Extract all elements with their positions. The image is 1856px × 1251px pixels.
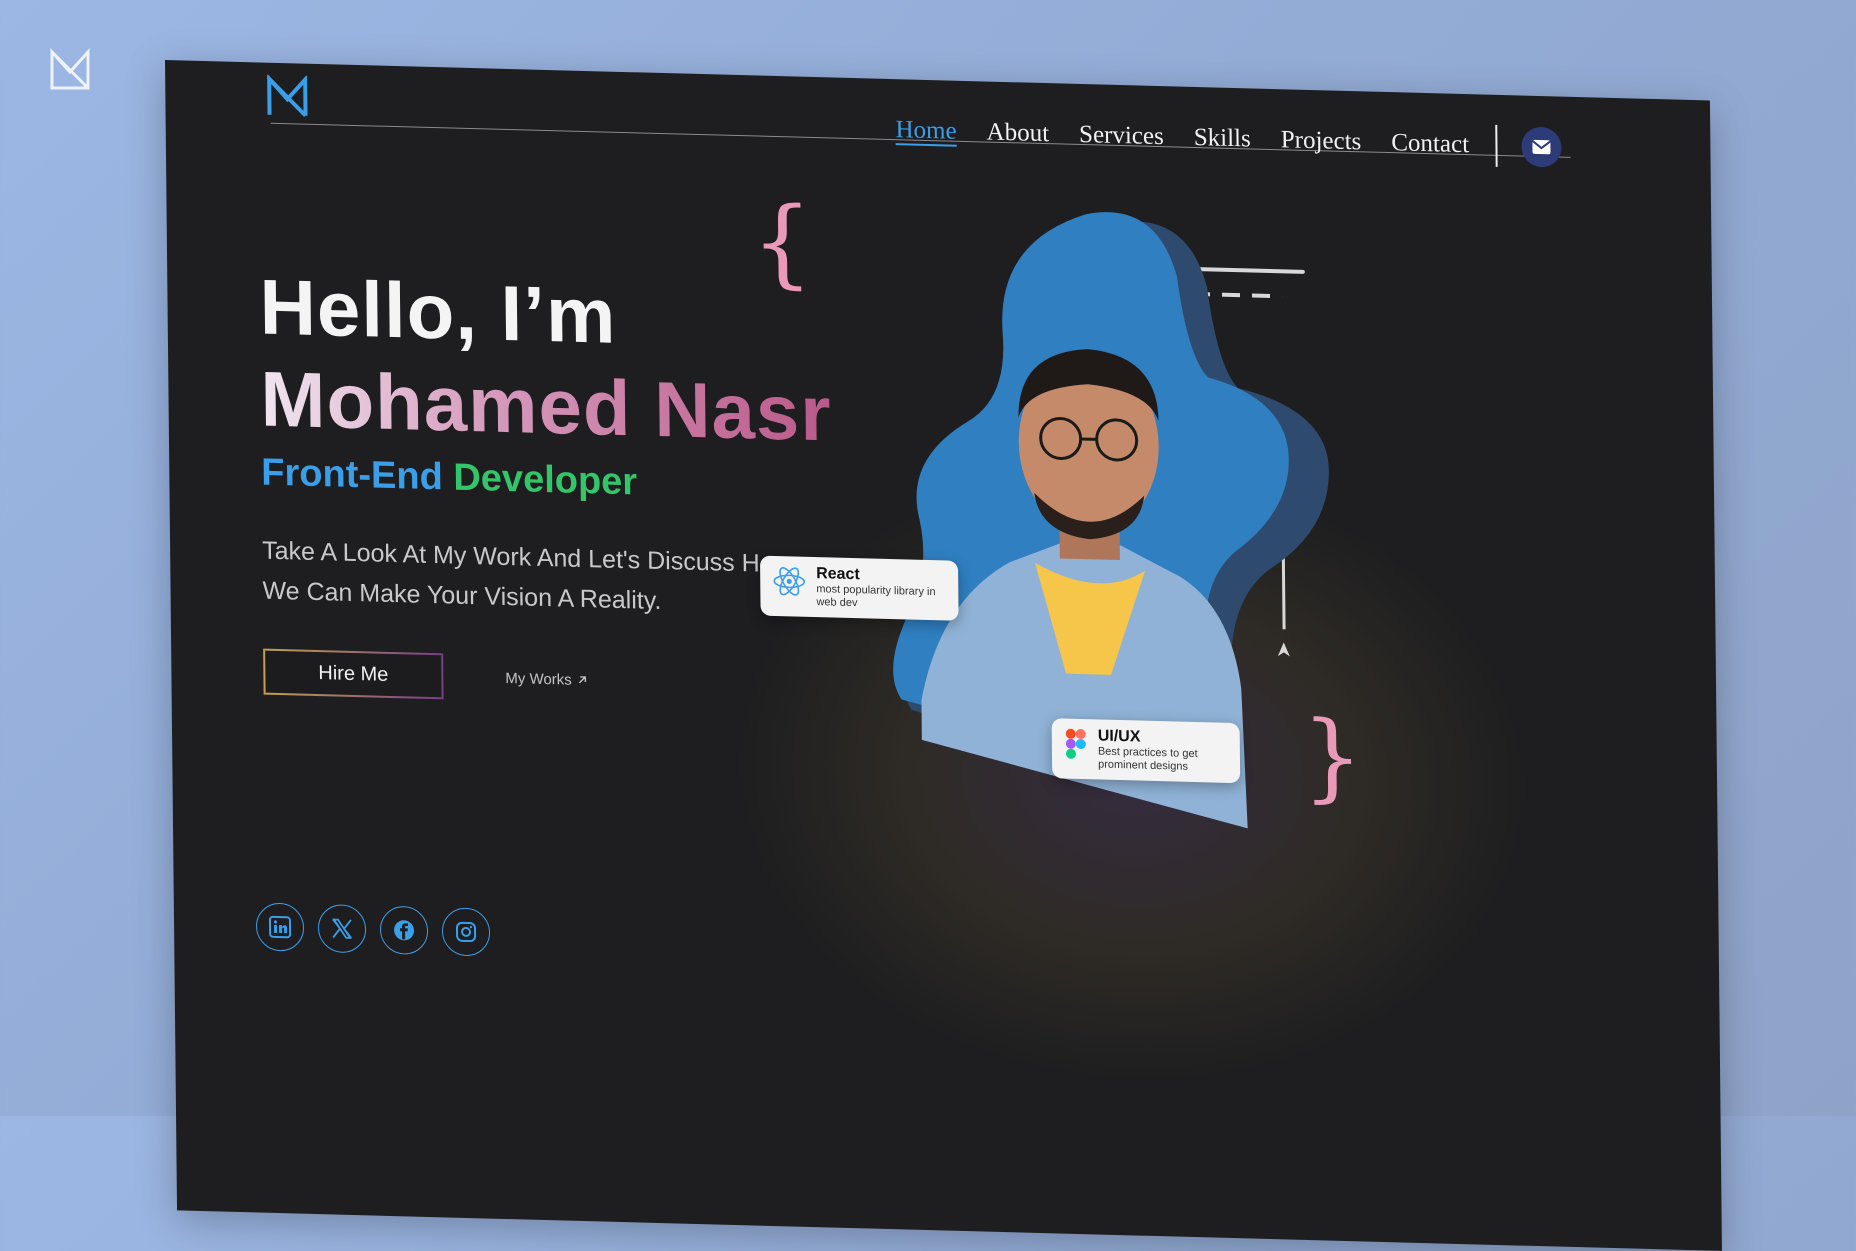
corner-logo-icon xyxy=(50,48,90,90)
role-subtitle: Front-End Developer xyxy=(261,452,911,512)
x-button[interactable] xyxy=(317,904,367,954)
figma-icon xyxy=(1065,728,1086,759)
role-part2: Developer xyxy=(453,456,638,504)
x-icon xyxy=(332,918,352,939)
website-mockup: Home About Services Skills Projects Cont… xyxy=(165,60,1722,1251)
main-nav: Home About Services Skills Projects Cont… xyxy=(895,109,1562,168)
react-card: React most popularity library in web dev xyxy=(759,555,959,621)
facebook-icon xyxy=(394,920,415,941)
react-icon xyxy=(773,567,806,596)
nav-contact[interactable]: Contact xyxy=(1391,129,1469,159)
cta-group: Hire Me My Works xyxy=(263,648,913,712)
nav-separator xyxy=(1494,124,1498,167)
nav-skills[interactable]: Skills xyxy=(1194,124,1251,154)
nav-services[interactable]: Services xyxy=(1079,121,1164,151)
open-brace-decoration: { xyxy=(751,185,814,299)
site-logo-icon[interactable] xyxy=(265,74,309,120)
uiux-card-subtitle: Best practices to get prominent designs xyxy=(1097,745,1198,773)
linkedin-icon xyxy=(268,915,292,939)
name-heading: Mohamed Nasr xyxy=(260,355,911,458)
react-card-subtitle: most popularity library in web dev xyxy=(816,583,936,610)
instagram-button[interactable] xyxy=(441,907,491,957)
tagline: Take A Look At My Work And Let's Discuss… xyxy=(261,536,792,616)
mail-icon xyxy=(1531,139,1551,155)
social-links xyxy=(255,902,491,957)
my-works-label: My Works xyxy=(505,669,572,689)
nav-about[interactable]: About xyxy=(986,119,1049,149)
nav-home[interactable]: Home xyxy=(895,116,956,146)
mail-button[interactable] xyxy=(1520,126,1562,168)
facebook-button[interactable] xyxy=(379,905,429,955)
site-header: Home About Services Skills Projects Cont… xyxy=(165,60,1711,211)
role-part1: Front-End xyxy=(261,451,444,499)
hire-me-button[interactable]: Hire Me xyxy=(263,648,444,700)
linkedin-button[interactable] xyxy=(255,902,305,952)
instagram-icon xyxy=(455,921,477,943)
arrow-up-right-icon xyxy=(579,676,587,684)
my-works-link[interactable]: My Works xyxy=(505,669,588,688)
nav-projects[interactable]: Projects xyxy=(1281,126,1362,156)
hero-section: Hello, I’m Mohamed Nasr Front-End Develo… xyxy=(259,262,913,712)
uiux-card: UI/UX Best practices to get prominent de… xyxy=(1051,718,1241,784)
